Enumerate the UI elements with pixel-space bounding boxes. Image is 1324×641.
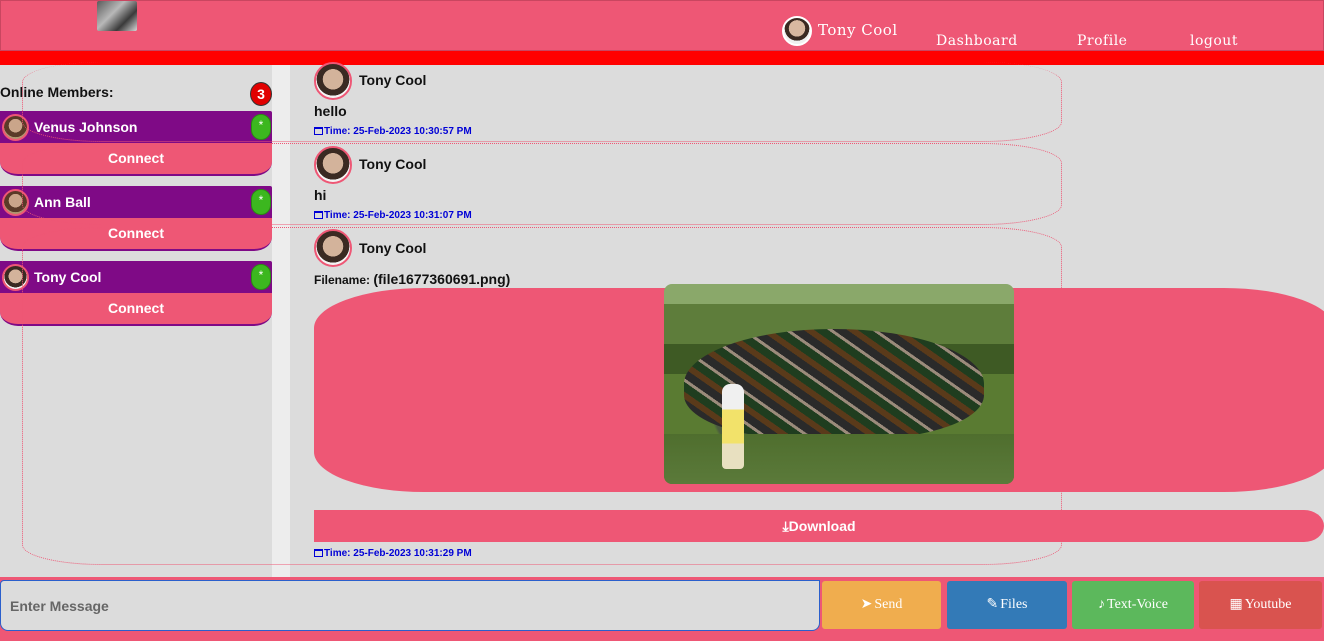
text-voice-button[interactable]: ♪ Text-Voice — [1072, 581, 1194, 629]
calendar-icon — [314, 127, 323, 135]
sender-avatar — [314, 62, 352, 100]
image-detail — [722, 384, 744, 469]
film-icon: ▦ — [1229, 597, 1243, 612]
nav-dashboard[interactable]: Dashboard — [936, 33, 1018, 49]
sender-name: Tony Cool — [359, 156, 427, 172]
paperclip-icon: ✎ — [986, 597, 999, 612]
calendar-icon — [314, 549, 323, 557]
message-time: Time: 25-Feb-2023 10:31:29 PM — [314, 548, 472, 559]
paper-plane-icon: ➤ — [860, 597, 873, 612]
download-button[interactable]: ⤓Download — [314, 510, 1324, 542]
message-input[interactable] — [0, 580, 820, 631]
message-time: Time: 25-Feb-2023 10:30:57 PM — [314, 126, 472, 137]
microphone-icon: ♪ — [1098, 597, 1106, 612]
sender-avatar — [314, 229, 352, 267]
shared-image[interactable] — [664, 284, 1014, 484]
sender-name: Tony Cool — [359, 72, 427, 88]
site-logo[interactable] — [97, 1, 137, 31]
nav-logout[interactable]: logout — [1190, 33, 1238, 49]
file-name-label: Filename: (file1677360691.png) — [314, 271, 511, 287]
sender-name: Tony Cool — [359, 240, 427, 256]
message-time: Time: 25-Feb-2023 10:31:07 PM — [314, 210, 472, 221]
message-text: hello — [314, 103, 347, 119]
sender-avatar — [314, 146, 352, 184]
files-button[interactable]: ✎ Files — [947, 581, 1067, 629]
current-user-name: Tony Cool — [818, 21, 898, 39]
calendar-icon — [314, 211, 323, 219]
message-bubble — [22, 143, 1062, 225]
message-text: hi — [314, 187, 327, 203]
youtube-button[interactable]: ▦ Youtube — [1199, 581, 1322, 629]
message-bubble — [22, 62, 1062, 142]
image-detail — [664, 434, 1014, 484]
current-user-avatar — [782, 16, 812, 46]
nav-profile[interactable]: Profile — [1077, 33, 1127, 49]
send-button[interactable]: ➤ Send — [822, 581, 941, 629]
